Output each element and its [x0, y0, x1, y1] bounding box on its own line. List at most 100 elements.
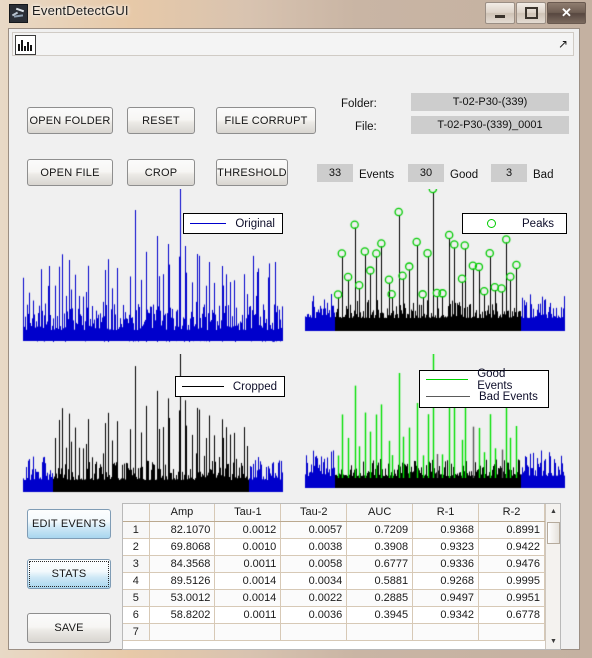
- table-row[interactable]: 6 58.8202 0.0011 0.0036 0.3945 0.9342 0.6778: [123, 606, 545, 624]
- events-count-value: 33: [317, 164, 353, 182]
- table-corner-cell: [123, 504, 150, 522]
- table-col-auc: AUC: [346, 504, 414, 522]
- table-cell: 0.0057: [280, 521, 348, 539]
- title-bar: EventDetectGUI ✕: [0, 0, 592, 26]
- plot-cropped[interactable]: Cropped: [17, 354, 289, 506]
- table-cell: 0.0011: [214, 606, 282, 624]
- table-cell: 0.8991: [478, 521, 545, 539]
- legend-line-good-events: [426, 379, 469, 380]
- table-col-tau2: Tau-2: [280, 504, 348, 522]
- table-cell: 89.5126: [149, 572, 216, 590]
- table-row[interactable]: 4 89.5126 0.0014 0.0034 0.5881 0.9268 0.9995: [123, 572, 545, 590]
- crop-button[interactable]: CROP: [127, 159, 195, 186]
- legend-label-good-events: Good Events: [477, 367, 513, 392]
- maximize-button[interactable]: [516, 2, 546, 24]
- file-value: T-02-P30-(339)_0001: [411, 116, 569, 134]
- table-cell: 69.8068: [149, 538, 216, 556]
- table-cell: 0.9497: [412, 589, 480, 607]
- close-icon: ✕: [561, 5, 572, 20]
- scrollbar-thumb[interactable]: [547, 522, 560, 544]
- table-col-amp: Amp: [149, 504, 216, 522]
- client-area: ↖ OPEN FOLDER RESET FILE CORRUPT OPEN FI…: [8, 28, 580, 650]
- open-folder-button[interactable]: OPEN FOLDER: [27, 107, 113, 134]
- legend-marker-peaks: [469, 219, 513, 228]
- threshold-button[interactable]: THRESHOLD: [216, 159, 288, 186]
- table-col-r1: R-1: [412, 504, 480, 522]
- table-row-header: 5: [123, 589, 150, 607]
- table-cell: 84.3568: [149, 555, 216, 573]
- edit-events-button[interactable]: EDIT EVENTS: [27, 509, 111, 539]
- events-table-grid: Amp Tau-1 Tau-2 AUC R-1 R-2 1 82.1070 0.00…: [123, 504, 545, 641]
- table-row[interactable]: 2 69.8068 0.0010 0.0038 0.3908 0.9323 0.9422: [123, 538, 545, 556]
- table-col-tau1: Tau-1: [214, 504, 282, 522]
- table-cell: 0.9342: [412, 606, 480, 624]
- table-row-header: 7: [123, 623, 150, 641]
- matlab-icon: [9, 4, 28, 23]
- plot-events[interactable]: Good Events Bad Events: [299, 354, 571, 506]
- table-cell: 0.5881: [346, 572, 414, 590]
- legend-events: Good Events Bad Events: [419, 367, 549, 408]
- table-cell: 0.9476: [478, 555, 545, 573]
- table-cell: [412, 623, 480, 641]
- reset-button[interactable]: RESET: [127, 107, 195, 134]
- table-cell: 0.2885: [346, 589, 414, 607]
- plot-peaks[interactable]: Peaks: [299, 189, 571, 349]
- table-scrollbar[interactable]: ▲ ▼: [545, 504, 560, 649]
- table-cell: 0.9323: [412, 538, 480, 556]
- save-button[interactable]: SAVE: [27, 613, 111, 643]
- table-cell: 0.0036: [280, 606, 348, 624]
- table-cell: 0.7209: [346, 521, 414, 539]
- table-row[interactable]: 1 82.1070 0.0012 0.0057 0.7209 0.9368 0.8991: [123, 521, 545, 539]
- table-cell: 58.8202: [149, 606, 216, 624]
- table-cell: [280, 623, 348, 641]
- table-row-header: 2: [123, 538, 150, 556]
- toolbar: ↖: [12, 32, 574, 56]
- plot-original[interactable]: Original: [17, 189, 289, 349]
- open-file-button[interactable]: OPEN FILE: [27, 159, 113, 186]
- table-cell: 0.0038: [280, 538, 348, 556]
- legend-line-original: [190, 223, 227, 224]
- scroll-up-icon[interactable]: ▲: [546, 504, 560, 519]
- table-cell: 53.0012: [149, 589, 216, 607]
- table-cell: 0.0011: [214, 555, 282, 573]
- application-window: EventDetectGUI ✕ ↖ OPEN FOLDER RESET FIL…: [0, 0, 592, 658]
- table-cell: 0.0058: [280, 555, 348, 573]
- table-cell: [478, 623, 545, 641]
- legend-label-bad-events: Bad Events: [479, 390, 538, 403]
- legend-peaks: Peaks: [462, 213, 567, 234]
- folder-value: T-02-P30-(339): [411, 93, 569, 111]
- stats-button[interactable]: STATS: [27, 559, 111, 589]
- bad-count-value: 3: [491, 164, 527, 182]
- table-cell: 0.9368: [412, 521, 480, 539]
- table-row[interactable]: 3 84.3568 0.0011 0.0058 0.6777 0.9336 0.9476: [123, 555, 545, 573]
- good-count-label: Good: [450, 169, 479, 181]
- toolbar-overflow-icon[interactable]: ↖: [558, 37, 568, 51]
- data-cursor-icon[interactable]: [15, 35, 36, 55]
- table-cell: 0.0022: [280, 589, 348, 607]
- table-row-header: 4: [123, 572, 150, 590]
- table-cell: 0.9422: [478, 538, 545, 556]
- close-button[interactable]: ✕: [547, 2, 586, 24]
- table-cell: [149, 623, 216, 641]
- scroll-down-icon[interactable]: ▼: [546, 634, 560, 649]
- events-table[interactable]: Amp Tau-1 Tau-2 AUC R-1 R-2 1 82.1070 0.00…: [122, 503, 561, 650]
- legend-label-original: Original: [235, 217, 275, 230]
- table-row[interactable]: 7: [123, 623, 545, 641]
- table-cell: 0.0034: [280, 572, 348, 590]
- table-cell: 0.9995: [478, 572, 545, 590]
- table-cell: 0.0010: [214, 538, 282, 556]
- table-row-header: 3: [123, 555, 150, 573]
- table-cell: 0.6778: [478, 606, 545, 624]
- bad-count-label: Bad: [533, 169, 554, 181]
- table-row-header: 1: [123, 521, 150, 539]
- table-row[interactable]: 5 53.0012 0.0014 0.0022 0.2885 0.9497 0.9951: [123, 589, 545, 607]
- table-col-r2: R-2: [478, 504, 545, 522]
- minimize-button[interactable]: [485, 2, 515, 24]
- file-corrupt-button[interactable]: FILE CORRUPT: [216, 107, 316, 134]
- file-label: File:: [355, 121, 377, 133]
- table-cell: 0.3908: [346, 538, 414, 556]
- legend-cropped: Cropped: [175, 376, 285, 397]
- table-cell: 0.9268: [412, 572, 480, 590]
- legend-original: Original: [183, 213, 283, 234]
- window-controls: ✕: [484, 2, 586, 24]
